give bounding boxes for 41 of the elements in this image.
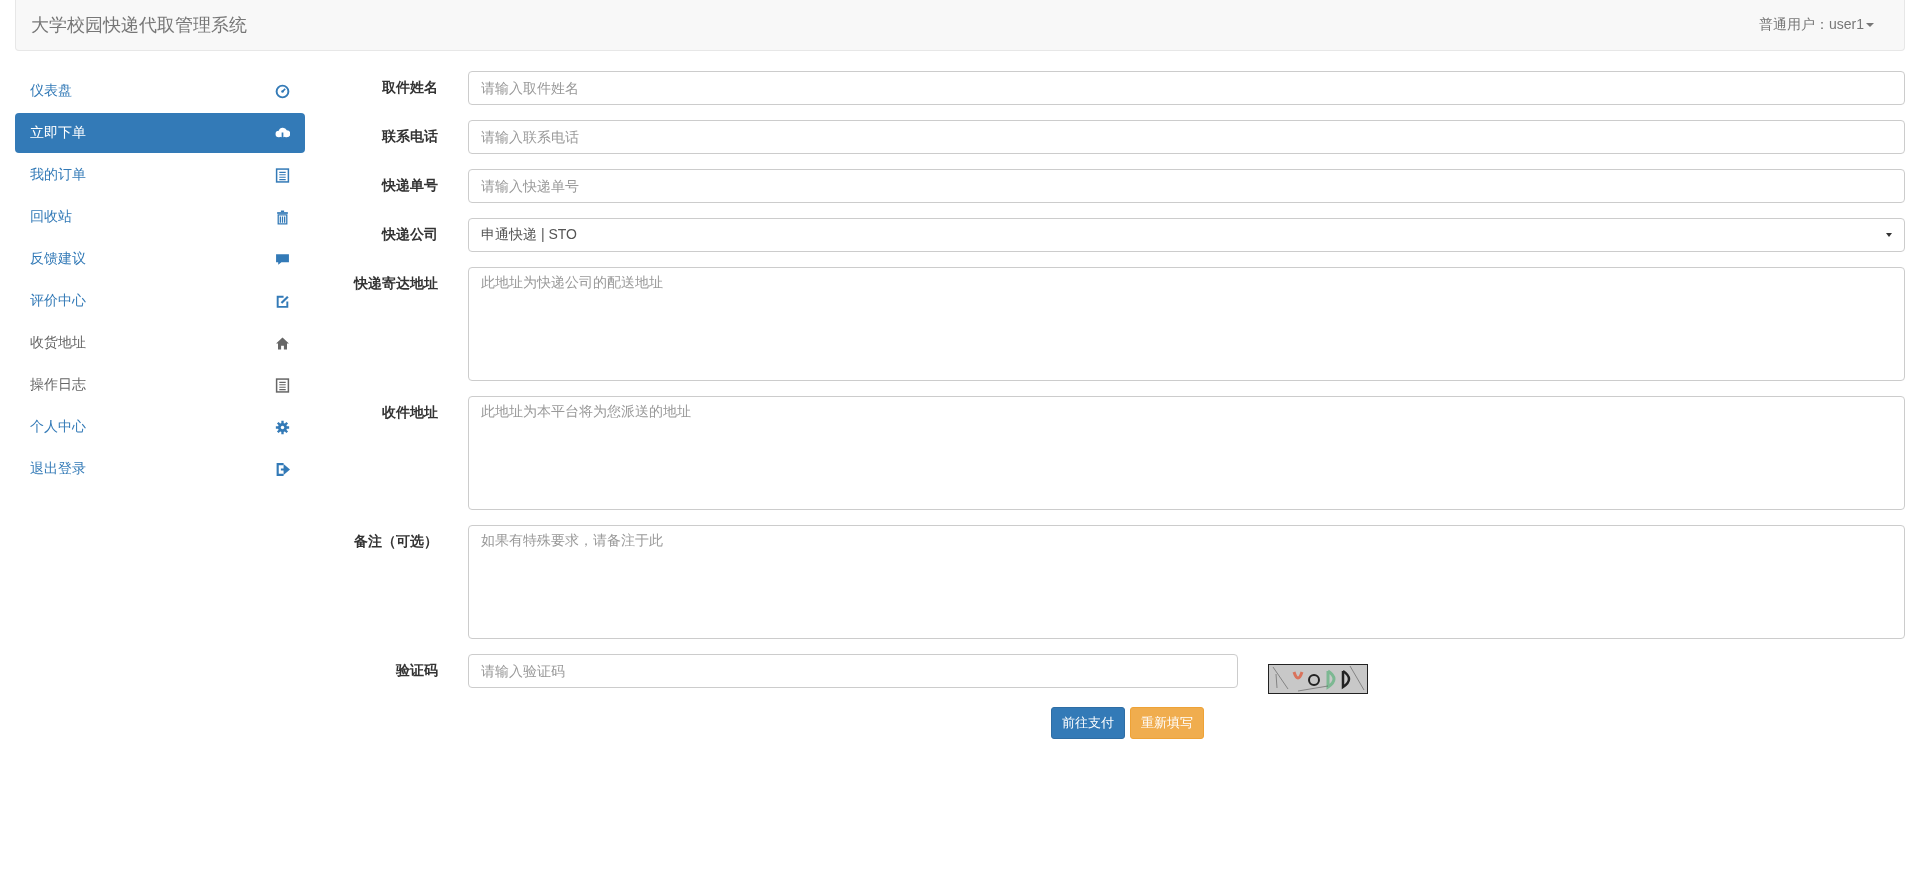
- text-area[interactable]: 如果有特殊要求，请备注于此: [468, 525, 1905, 639]
- sidebar-item[interactable]: 个人中心: [15, 407, 305, 447]
- pay-button[interactable]: 前往支付: [1051, 707, 1125, 739]
- field-label: 快递寄达地址: [352, 274, 438, 293]
- sidebar-item[interactable]: 仪表盘: [15, 71, 305, 111]
- speech-bubble-icon: [275, 251, 290, 267]
- home-icon: [275, 335, 290, 351]
- sidebar-item[interactable]: 收货地址: [15, 323, 305, 363]
- field-label: 验证码: [395, 661, 438, 680]
- input-field[interactable]: 请输入验证码: [468, 654, 1238, 688]
- sidebar-item[interactable]: 立即下单: [15, 113, 305, 153]
- field-label: 备注（可选）: [353, 532, 438, 551]
- input-field[interactable]: 请输入取件姓名: [468, 71, 1905, 105]
- text-area[interactable]: 此地址为本平台将为您派送的地址: [468, 396, 1905, 510]
- list-icon: [275, 377, 290, 393]
- sidebar-item[interactable]: 回收站: [15, 197, 305, 237]
- field-label: 收件地址: [381, 403, 438, 422]
- user-menu[interactable]: 普通用户：user1: [1758, 16, 1874, 34]
- field-label: 取件姓名: [381, 78, 438, 97]
- caret-icon: [1866, 23, 1874, 27]
- field-label: 快递单号: [380, 176, 438, 195]
- sidebar-item[interactable]: 我的订单: [15, 155, 305, 195]
- trash-icon: [275, 209, 290, 225]
- dropdown[interactable]: 申通快递 | STO: [468, 218, 1905, 252]
- list-icon: [275, 167, 290, 183]
- input-field[interactable]: 请输入联系电话: [468, 120, 1905, 154]
- cloud-download-icon: [275, 125, 290, 141]
- sidebar-item[interactable]: 退出登录: [15, 449, 305, 489]
- sidebar-item[interactable]: 评价中心: [15, 281, 305, 321]
- gauge-icon: [275, 83, 290, 99]
- logout-icon: [275, 461, 290, 477]
- app-title[interactable]: 大学校园快递代取管理系统: [31, 13, 247, 37]
- sidebar-item[interactable]: 反馈建议: [15, 239, 305, 279]
- sidebar-item[interactable]: 操作日志: [15, 365, 305, 405]
- settings-icon: [275, 419, 290, 435]
- text-area[interactable]: 此地址为快递公司的配送地址: [468, 267, 1905, 381]
- input-field[interactable]: 请输入快递单号: [468, 169, 1905, 203]
- field-label: 联系电话: [380, 127, 438, 146]
- edit-icon: [275, 293, 290, 309]
- caret-icon: [1886, 233, 1892, 237]
- field-label: 快递公司: [380, 225, 438, 244]
